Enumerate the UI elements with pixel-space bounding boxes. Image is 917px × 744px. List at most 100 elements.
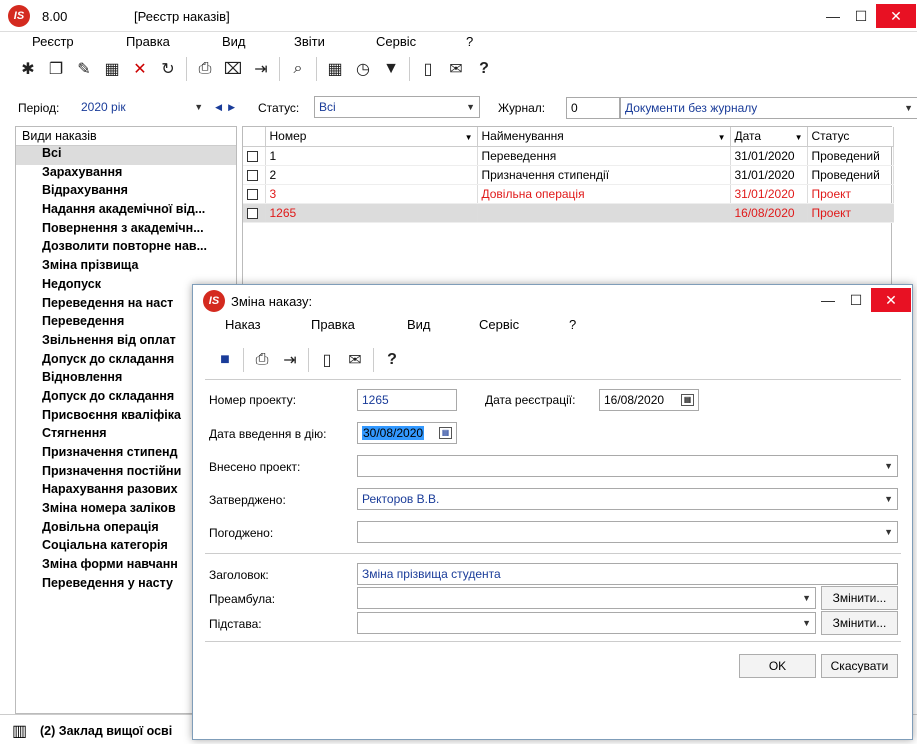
dialog-menu-help[interactable]: ? <box>569 317 576 332</box>
reg-date-field[interactable]: 16/08/2020 ▦ <box>599 389 699 411</box>
search-icon[interactable]: ⌕ <box>284 56 312 82</box>
cell-status: Проект <box>807 184 894 204</box>
row-checkbox[interactable] <box>247 169 258 181</box>
main-toolbar: ✱ ❐ ✎ ▦ ✕ ↻ ⎙ ⌧ ⇥ ⌕ ▦ ◷ ▼ ▯ ✉ ? <box>14 55 498 83</box>
basis-select[interactable]: ▼ <box>357 612 816 634</box>
table-icon[interactable]: ▦ <box>98 56 126 82</box>
approved-label: Затверджено: <box>209 493 286 507</box>
exit-icon[interactable]: ⇥ <box>276 347 304 373</box>
order-type-item[interactable]: Дозволити повторне нав... <box>16 239 236 258</box>
journal-number: 0 <box>571 101 578 115</box>
mail-icon[interactable]: ✉ <box>442 56 470 82</box>
print-icon[interactable]: ⎙ <box>191 56 219 82</box>
building-icon: ▥ <box>12 723 28 740</box>
basis-change-button[interactable]: Змінити... <box>821 611 898 635</box>
edit-order-dialog: IS Зміна наказу: — ☐ ✕ Наказ Правка Вид … <box>192 284 913 740</box>
menu-reports[interactable]: Звіти <box>294 34 325 49</box>
calendar-icon[interactable]: ▦ <box>439 427 452 439</box>
order-type-item[interactable]: Зарахування <box>16 165 236 184</box>
new-doc-icon[interactable]: ✱ <box>14 56 42 82</box>
refresh-icon[interactable]: ↻ <box>154 56 182 82</box>
reg-date-label: Дата реєстрації: <box>485 393 576 407</box>
status-select[interactable]: Всі ▼ <box>314 96 480 118</box>
grid-header-row: Номер ▼ Найменування ▼ Дата ▼ Статус <box>243 127 894 147</box>
row-check-cell <box>243 184 266 204</box>
project-number-field[interactable]: 1265 <box>357 389 457 411</box>
heading-label: Заголовок: <box>209 568 269 582</box>
copy-icon[interactable]: ❐ <box>42 56 70 82</box>
menu-help[interactable]: ? <box>466 34 473 49</box>
filter-icon[interactable]: ▼ <box>377 56 405 82</box>
grid-icon[interactable]: ▦ <box>321 56 349 82</box>
approved-select[interactable]: Ректоров В.В. ▼ <box>357 488 898 510</box>
menu-edit[interactable]: Правка <box>126 34 170 49</box>
agreed-select[interactable]: ▼ <box>357 521 898 543</box>
dialog-menu-service[interactable]: Сервіс <box>479 317 519 332</box>
row-checkbox[interactable] <box>247 188 258 200</box>
help-icon[interactable]: ? <box>378 347 406 373</box>
maximize-icon[interactable]: ☐ <box>846 4 876 28</box>
chevron-right-icon[interactable]: ▶ <box>228 102 235 113</box>
preamble-select[interactable]: ▼ <box>357 587 816 609</box>
help-icon[interactable]: ? <box>470 56 498 82</box>
table-row[interactable]: 1265 16/08/2020 Проект <box>243 203 894 223</box>
order-type-item[interactable]: Надання академічної від... <box>16 202 236 221</box>
delete-icon[interactable]: ✕ <box>126 56 154 82</box>
close-icon[interactable]: ✕ <box>876 4 916 28</box>
chevron-left-icon[interactable]: ◀ <box>215 102 222 113</box>
column-name[interactable]: Найменування ▼ <box>477 127 731 147</box>
close-icon[interactable]: ✕ <box>871 288 911 312</box>
toolbar-separator <box>243 348 244 372</box>
schedule-icon[interactable]: ◷ <box>349 56 377 82</box>
dialog-menu-order[interactable]: Наказ <box>225 317 261 332</box>
mail-icon[interactable]: ✉ <box>341 347 369 373</box>
form-icon[interactable]: ▯ <box>414 56 442 82</box>
journal-select[interactable]: Документи без журналу ▼ <box>620 97 917 119</box>
ok-button[interactable]: OK <box>739 654 816 678</box>
column-number[interactable]: Номер ▼ <box>265 127 478 147</box>
order-type-item[interactable]: Відрахування <box>16 183 236 202</box>
maximize-icon[interactable]: ☐ <box>841 288 871 312</box>
status-value: Всі <box>319 100 336 114</box>
row-checkbox[interactable] <box>247 150 258 162</box>
cancel-button[interactable]: Скасувати <box>821 654 898 678</box>
save-icon[interactable]: ■ <box>211 347 239 373</box>
effective-date-field[interactable]: 30/08/2020 ▦ <box>357 422 457 444</box>
submitted-select[interactable]: ▼ <box>357 455 898 477</box>
order-type-item[interactable]: Зміна прізвища <box>16 258 236 277</box>
menu-service[interactable]: Сервіс <box>376 34 416 49</box>
minimize-icon[interactable]: — <box>818 4 848 28</box>
order-type-item[interactable]: Повернення з академічн... <box>16 221 236 240</box>
cell-name: Переведення <box>477 146 731 166</box>
table-row[interactable]: 1 Переведення 31/01/2020 Проведений <box>243 146 894 166</box>
menu-registry[interactable]: Реєстр <box>32 34 74 49</box>
row-checkbox[interactable] <box>247 207 258 219</box>
journal-number-field[interactable]: 0 <box>566 97 620 119</box>
preamble-change-button[interactable]: Змінити... <box>821 586 898 610</box>
form-icon[interactable]: ▯ <box>313 347 341 373</box>
journal-label: Журнал: <box>498 101 546 115</box>
row-check-cell <box>243 146 266 166</box>
app-version: 8.00 <box>42 9 68 24</box>
dialog-menu-view[interactable]: Вид <box>407 317 431 332</box>
exit-icon[interactable]: ⇥ <box>247 56 275 82</box>
column-date[interactable]: Дата ▼ <box>730 127 808 147</box>
period-select[interactable]: 2020 рік ▼ ◀ ▶ <box>76 96 240 118</box>
dialog-menu-edit[interactable]: Правка <box>311 317 355 332</box>
table-row[interactable]: 3 Довільна операція 31/01/2020 Проект <box>243 184 894 204</box>
submitted-label: Внесено проект: <box>209 460 301 474</box>
order-type-item[interactable]: Всі <box>16 146 236 165</box>
print-icon[interactable]: ⎙ <box>248 347 276 373</box>
filter-clear-icon[interactable]: ⌧ <box>219 56 247 82</box>
edit-icon[interactable]: ✎ <box>70 56 98 82</box>
menu-view[interactable]: Вид <box>222 34 246 49</box>
table-row[interactable]: 2 Призначення стипендії 31/01/2020 Проведен… <box>243 165 894 185</box>
toolbar-separator <box>186 57 187 81</box>
heading-field[interactable]: Зміна прізвища студента <box>357 563 898 585</box>
minimize-icon[interactable]: — <box>813 288 843 312</box>
dialog-logo: IS <box>203 290 225 312</box>
column-date-label: Дата <box>734 129 762 144</box>
calendar-icon[interactable]: ▦ <box>681 394 694 406</box>
journal-value: Документи без журналу <box>625 101 758 115</box>
column-status[interactable]: Статус <box>807 127 894 147</box>
